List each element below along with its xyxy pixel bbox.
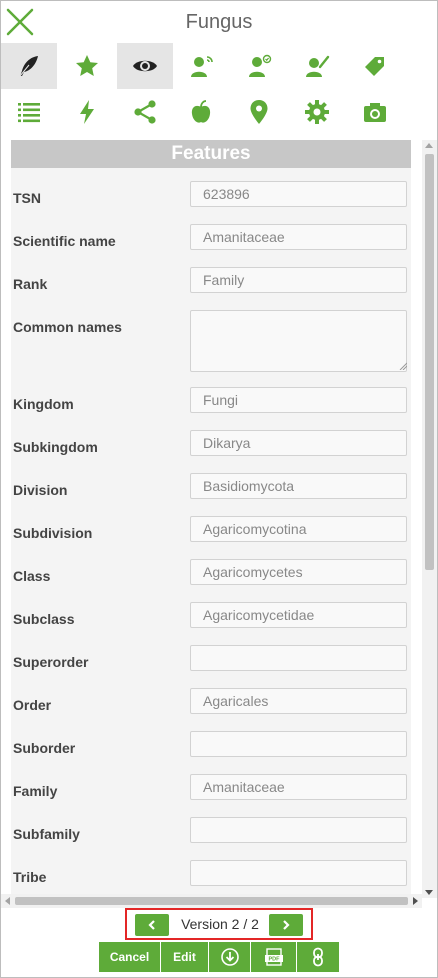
subkingdom-field[interactable]: Dikarya [190,430,407,456]
map-pin-icon [250,100,268,124]
previous-version-button[interactable] [135,914,169,936]
title-bar: Fungus [1,1,437,43]
feather-icon [19,56,38,77]
kingdom-field[interactable]: Fungi [190,387,407,413]
version-indicator: Version 2 / 2 [181,916,259,932]
eye-icon [133,60,157,72]
subkingdom-label: Subkingdom [13,439,98,455]
pdf-button[interactable]: PDF [251,942,297,972]
suborder-field[interactable] [190,731,407,757]
tab-bar-top [1,43,437,89]
user-check-icon [249,54,272,77]
tab-share[interactable] [117,89,173,135]
edit-button[interactable]: Edit [161,942,209,972]
tab-bar-bottom [1,89,437,135]
chevron-left-icon [148,920,155,930]
chevron-right-icon [283,920,290,930]
order-label: Order [13,697,52,713]
download-icon [220,948,239,966]
rank-label: Rank [13,276,48,292]
tab-description[interactable] [1,43,57,89]
features-header: Features [11,140,411,168]
tsn-field[interactable]: 623896 [190,181,407,207]
order-field[interactable]: Agaricales [190,688,407,714]
list-icon [18,103,40,123]
scroll-right-icon[interactable] [413,897,418,905]
tab-observer-verified[interactable] [231,43,287,89]
resize-handle-icon[interactable] [399,362,407,370]
dialog-window: Fungus Features TSN 623896 Scientific na… [0,0,438,978]
scroll-up-icon[interactable] [425,143,433,148]
lightning-icon [80,100,94,124]
download-button[interactable] [209,942,251,972]
rank-field[interactable]: Family [190,267,407,293]
tab-observer-edit[interactable] [289,43,345,89]
tab-observer-signal[interactable] [173,43,229,89]
pdf-icon: PDF [264,948,283,966]
star-icon [76,55,98,76]
subfamily-label: Subfamily [13,826,80,842]
tab-favorites[interactable] [59,43,115,89]
superorder-field[interactable] [190,645,407,671]
tab-settings[interactable] [289,89,345,135]
share-icon [134,100,156,124]
user-wifi-icon [191,56,213,77]
tab-list[interactable] [1,89,57,135]
cancel-button[interactable]: Cancel [99,942,161,972]
vertical-scroll-thumb[interactable] [425,154,434,570]
link-icon [313,947,323,967]
apple-icon [191,100,211,123]
subfamily-field[interactable] [190,817,407,843]
class-label: Class [13,568,51,584]
vertical-scrollbar[interactable] [422,140,437,898]
horizontal-scroll-thumb[interactable] [15,897,408,905]
window-title: Fungus [185,11,253,33]
features-panel: Features TSN 623896 Scientific name Aman… [11,140,411,900]
tab-location[interactable] [231,89,287,135]
scientific-name-label: Scientific name [13,233,116,249]
subclass-field[interactable]: Agaricomycetidae [190,602,407,628]
subclass-label: Subclass [13,611,75,627]
division-label: Division [13,482,68,498]
user-edit-icon [306,55,330,77]
scroll-left-icon[interactable] [5,897,10,905]
version-navigator: Version 2 / 2 [125,908,313,940]
tab-photos[interactable] [347,89,403,135]
svg-text:PDF: PDF [268,957,280,963]
family-label: Family [13,783,58,799]
family-field[interactable]: Amanitaceae [190,774,407,800]
link-button[interactable] [297,942,339,972]
subdivision-field[interactable]: Agaricomycotina [190,516,407,542]
tab-observations[interactable] [117,43,173,89]
features-scroll-area[interactable]: Features TSN 623896 Scientific name Aman… [1,140,437,908]
division-field[interactable]: Basidiomycota [190,473,407,499]
tab-nutrition[interactable] [173,89,229,135]
tribe-label: Tribe [13,869,47,885]
common-names-label: Common names [13,319,122,335]
next-version-button[interactable] [269,914,303,936]
superorder-label: Superorder [13,654,89,670]
tag-icon [365,57,384,76]
tsn-label: TSN [13,190,41,206]
scroll-down-icon[interactable] [425,890,433,895]
kingdom-label: Kingdom [13,396,74,412]
horizontal-scrollbar[interactable] [1,894,422,908]
scientific-name-field[interactable]: Amanitaceae [190,224,407,250]
tribe-field[interactable] [190,860,407,886]
class-field[interactable]: Agaricomycetes [190,559,407,585]
subdivision-label: Subdivision [13,525,93,541]
tab-tags[interactable] [347,43,403,89]
tab-activity[interactable] [59,89,115,135]
common-names-field[interactable] [190,310,407,372]
gear-icon [305,100,329,124]
suborder-label: Suborder [13,740,76,756]
camera-icon [364,103,386,122]
